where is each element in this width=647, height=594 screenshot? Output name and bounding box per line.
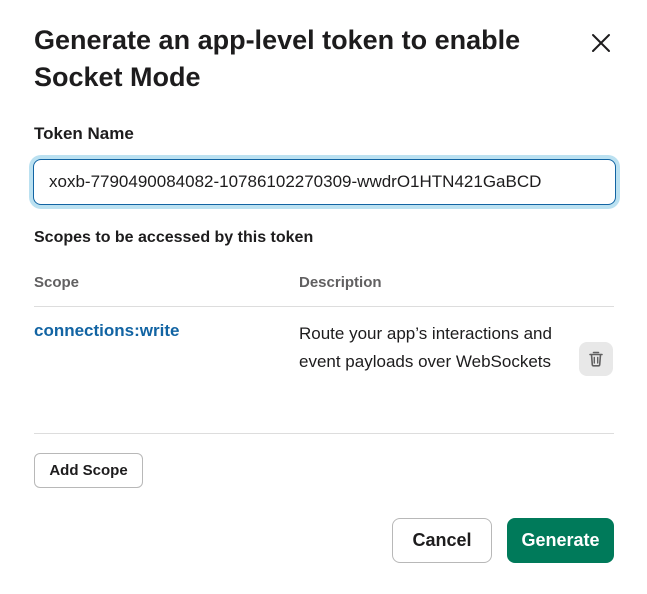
modal-title: Generate an app-level token to enable So…: [34, 25, 521, 92]
generate-button[interactable]: Generate: [507, 518, 614, 563]
table-row: connections:write Route your app’s inter…: [34, 307, 614, 434]
add-scope-button[interactable]: Add Scope: [34, 453, 143, 488]
scopes-section-label: Scopes to be accessed by this token: [34, 229, 314, 246]
cancel-button[interactable]: Cancel: [392, 518, 492, 563]
remove-scope-button[interactable]: [579, 342, 613, 376]
generate-token-modal: Generate an app-level token to enable So…: [0, 0, 647, 594]
scopes-table-header: Scope Description: [34, 266, 614, 307]
close-icon: [592, 34, 610, 52]
scope-description: Route your app’s interactions and event …: [299, 324, 552, 371]
token-name-label: Token Name: [34, 124, 134, 143]
token-name-input[interactable]: [33, 159, 616, 205]
column-header-description: Description: [299, 274, 382, 291]
trash-icon: [589, 351, 603, 367]
scopes-table: Scope Description connections:write Rout…: [34, 266, 614, 434]
column-header-scope: Scope: [34, 274, 80, 291]
close-button[interactable]: [585, 27, 617, 59]
scope-link-connections-write[interactable]: connections:write: [34, 321, 179, 341]
